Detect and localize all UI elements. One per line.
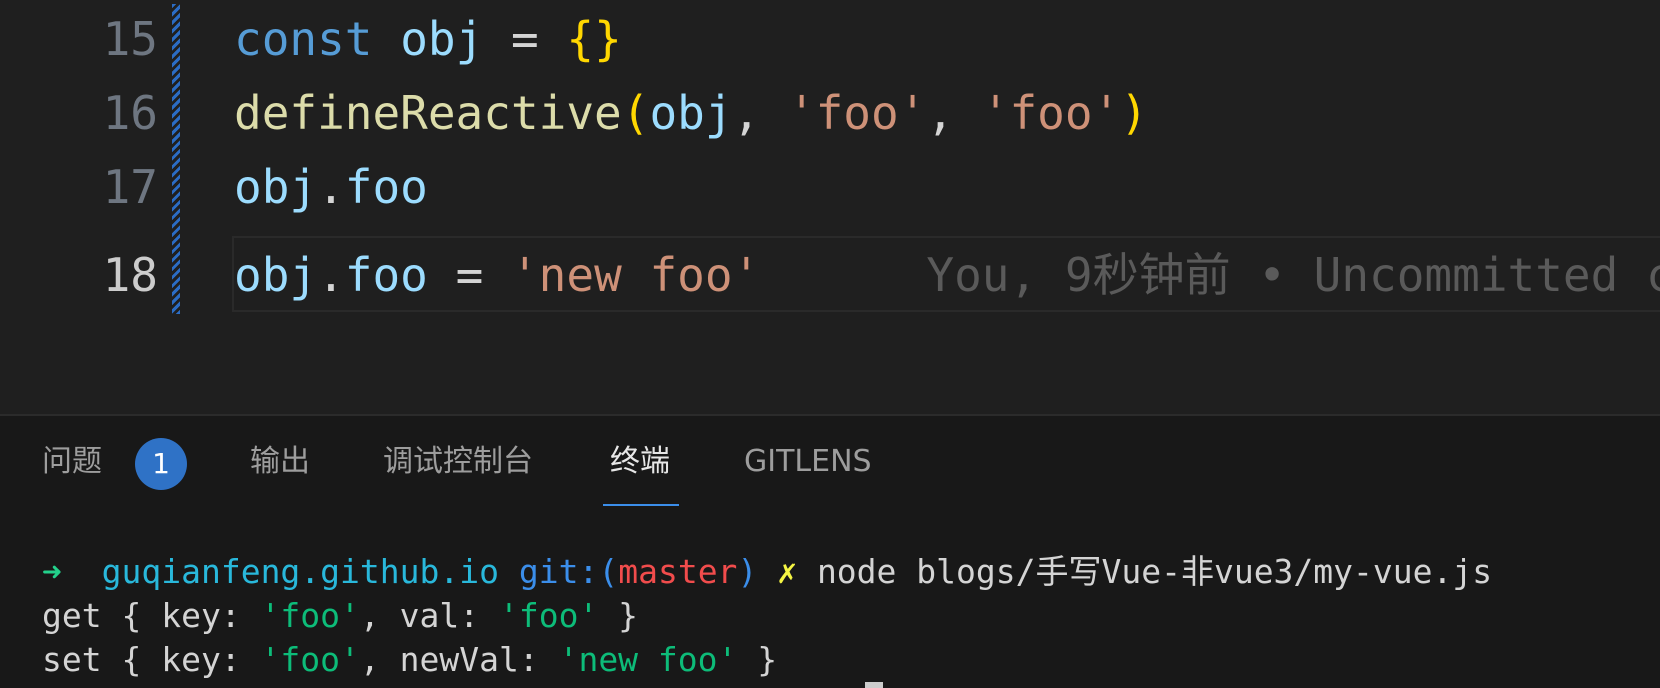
code-text[interactable]: defineReactive(obj, 'foo', 'foo') — [234, 74, 1148, 152]
terminal-command-line[interactable]: ➜ guqianfeng.github.io git:(master) ✗ no… — [42, 550, 1492, 594]
prompt-arrow-icon: ➜ — [42, 552, 62, 591]
terminal-command: node blogs/手写Vue-非vue3/my-vue.js — [816, 552, 1493, 591]
dirty-icon: ✗ — [777, 552, 798, 591]
active-tab-indicator — [603, 504, 679, 506]
line-number: 16 — [102, 86, 158, 140]
prompt-branch: master — [618, 552, 738, 591]
bottom-panel: 问题 1 输出 调试控制台 终端 GITLENS ➜ guqianfeng.gi… — [0, 414, 1660, 688]
tab-output[interactable]: 输出 — [250, 434, 310, 490]
code-line-15[interactable]: 15 const obj = {} — [0, 0, 1660, 78]
code-line-18[interactable]: 18 obj.foo = 'new foo' You, 9秒钟前 • Uncom… — [0, 236, 1660, 314]
line-number: 17 — [102, 160, 158, 214]
code-line-16[interactable]: 16 defineReactive(obj, 'foo', 'foo') — [0, 74, 1660, 152]
terminal-cursor — [865, 682, 883, 688]
panel-tabs: 问题 1 输出 调试控制台 终端 GITLENS — [0, 416, 1660, 516]
terminal-output-line: get { key: 'foo', val: 'foo' } — [42, 596, 639, 635]
gitlens-blame-annotation[interactable]: You, 9秒钟前 • Uncommitted changes — [760, 248, 1660, 302]
problems-count-badge: 1 — [135, 438, 187, 490]
tab-debug-console[interactable]: 调试控制台 — [383, 434, 533, 490]
tab-problems[interactable]: 问题 — [42, 434, 102, 490]
prompt-git-prefix: git: — [518, 552, 599, 591]
tab-gitlens[interactable]: GITLENS — [744, 434, 872, 490]
code-text[interactable]: obj.foo = 'new foo' You, 9秒钟前 • Uncommit… — [234, 236, 1660, 314]
prompt-directory: guqianfeng.github.io — [101, 552, 499, 591]
terminal-output-line: set { key: 'foo', newVal: 'new foo' } — [42, 640, 778, 679]
code-text[interactable]: obj.foo — [234, 148, 428, 226]
line-number: 15 — [102, 12, 158, 66]
code-line-17[interactable]: 17 obj.foo — [0, 148, 1660, 226]
code-editor[interactable]: 15 const obj = {} 16 defineReactive(obj,… — [0, 0, 1660, 414]
code-text[interactable]: const obj = {} — [234, 0, 622, 78]
line-number: 18 — [102, 248, 158, 302]
tab-terminal[interactable]: 终端 — [610, 434, 670, 490]
